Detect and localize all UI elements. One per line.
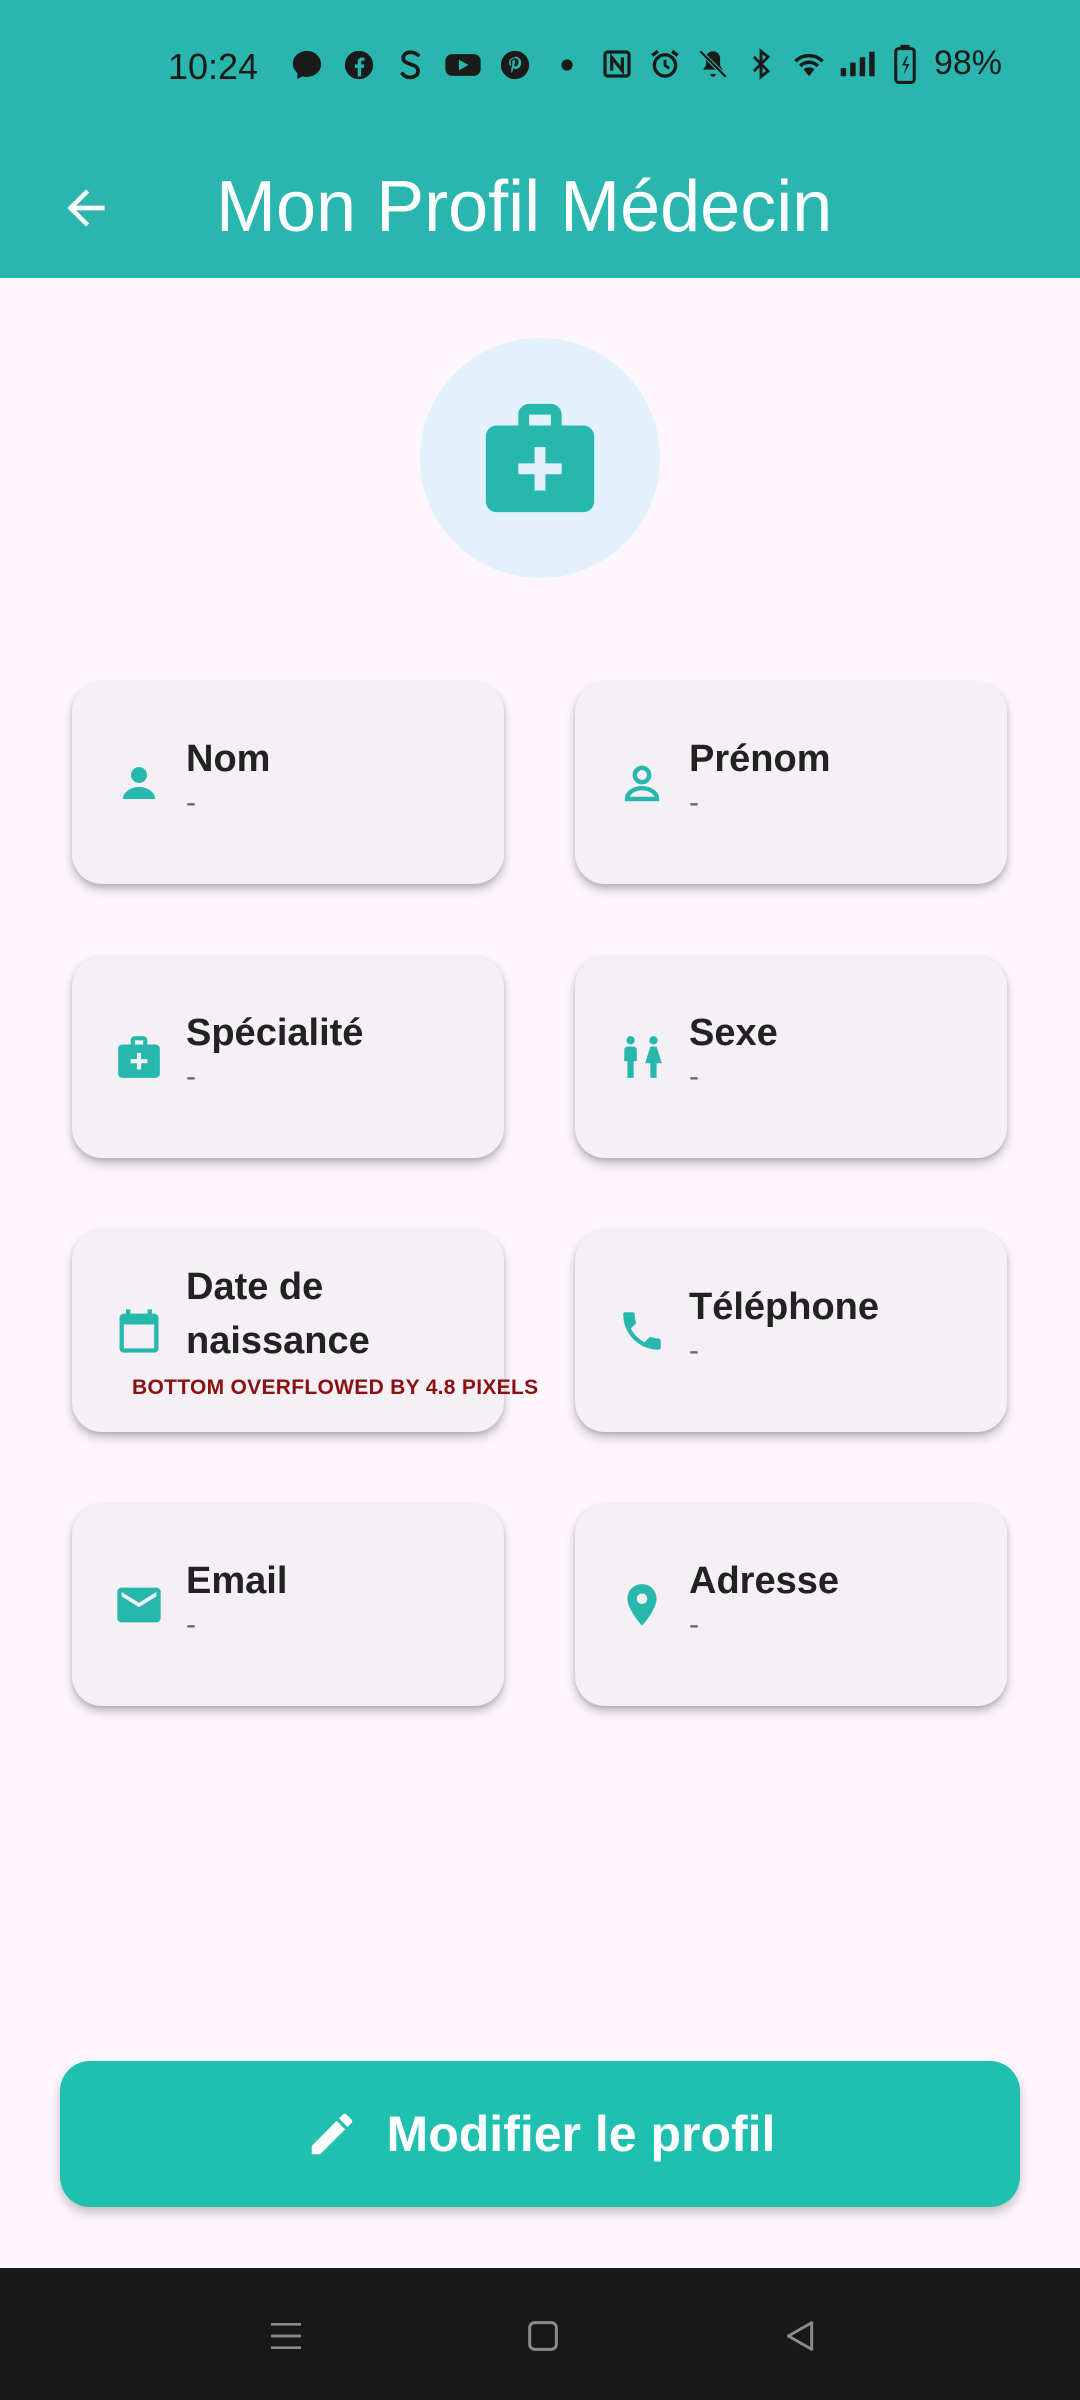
alarm-icon <box>646 45 684 83</box>
person-outline-icon <box>613 754 671 812</box>
system-status-icons: 98% <box>598 44 1002 84</box>
overflow-warning: BOTTOM OVERFLOWED BY 4.8 PIXELS <box>132 1376 539 1399</box>
calendar-icon <box>110 1302 168 1360</box>
field-card-specialite[interactable]: Spécialité - <box>72 956 504 1158</box>
system-nav-bar <box>0 2268 1080 2400</box>
medical-bag-icon <box>110 1028 168 1086</box>
field-label: Téléphone <box>689 1286 880 1328</box>
facebook-icon <box>340 46 378 84</box>
s-app-icon <box>392 46 430 84</box>
home-button[interactable] <box>515 2308 571 2364</box>
edit-pencil-icon <box>311 2113 352 2155</box>
field-value: - <box>689 1060 699 1093</box>
dot-icon <box>548 46 586 84</box>
location-pin-icon <box>613 1576 671 1634</box>
field-card-sexe[interactable]: Sexe - <box>575 956 1007 1158</box>
back-triangle-icon <box>786 2321 814 2351</box>
signal-icon <box>838 45 876 83</box>
app-bar: Mon Profil Médecin <box>0 140 1080 278</box>
bluetooth-icon <box>742 45 780 83</box>
battery-icon <box>886 44 924 84</box>
battery-percentage: 98% <box>933 44 1002 82</box>
back-button[interactable] <box>46 168 126 248</box>
field-label: Nom <box>186 738 271 780</box>
field-label: Sexe <box>689 1012 778 1054</box>
status-time: 10:24 <box>168 46 259 87</box>
notification-icons <box>288 46 586 84</box>
menu-icon <box>271 2323 301 2349</box>
field-label: Email <box>186 1560 288 1602</box>
person-icon <box>110 754 168 812</box>
edit-profile-label: Modifier le profil <box>386 2106 776 2162</box>
field-value: - <box>186 1060 196 1093</box>
edit-profile-button[interactable]: Modifier le profil <box>60 2061 1020 2207</box>
field-value: - <box>689 1608 699 1641</box>
field-card-nom[interactable]: Nom - <box>72 682 504 884</box>
arrow-back-icon <box>67 189 105 227</box>
field-card-telephone[interactable]: Téléphone - <box>575 1230 1007 1432</box>
messenger-icon <box>288 46 326 84</box>
wc-icon <box>613 1028 671 1086</box>
nfc-icon <box>598 45 636 83</box>
recent-apps-button[interactable] <box>258 2308 314 2364</box>
home-square-icon <box>528 2321 558 2351</box>
field-card-prenom[interactable]: Prénom - <box>575 682 1007 884</box>
medical-bag-icon <box>485 403 595 513</box>
field-value: - <box>689 1334 699 1367</box>
field-value: - <box>186 786 196 819</box>
avatar <box>420 338 660 578</box>
field-value: - <box>689 786 699 819</box>
status-bar: 10:24 98% <box>0 0 1080 140</box>
field-label: Adresse <box>689 1560 839 1602</box>
field-card-email[interactable]: Email - <box>72 1504 504 1706</box>
pinterest-icon <box>496 46 534 84</box>
wifi-icon <box>790 45 828 83</box>
field-label: Date de naissance <box>186 1266 370 1362</box>
page-title: Mon Profil Médecin <box>216 167 833 247</box>
field-card-date-naissance[interactable]: Date de naissance <box>72 1230 504 1432</box>
field-value: - <box>186 1608 196 1641</box>
field-label: Spécialité <box>186 1012 364 1054</box>
phone-icon <box>613 1302 671 1360</box>
email-icon <box>110 1576 168 1634</box>
system-back-button[interactable] <box>772 2308 828 2364</box>
field-label: Prénom <box>689 738 831 780</box>
mute-icon <box>694 45 732 83</box>
field-card-adresse[interactable]: Adresse - <box>575 1504 1007 1706</box>
youtube-icon <box>444 46 482 84</box>
